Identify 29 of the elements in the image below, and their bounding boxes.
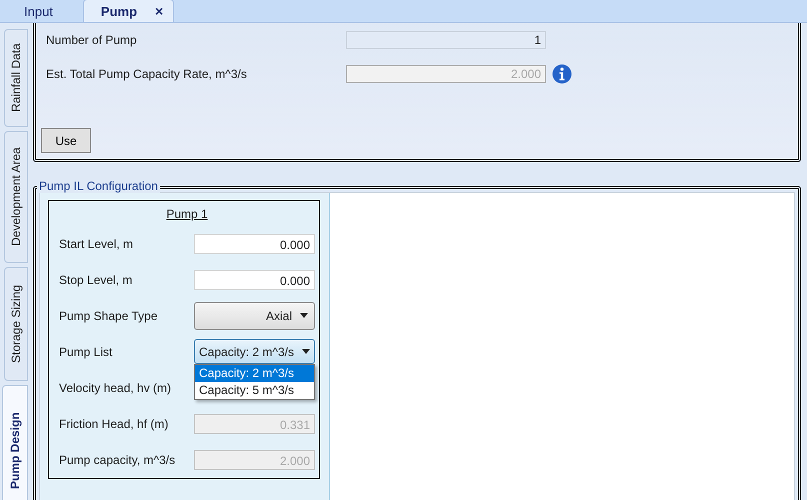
caret-icon <box>300 313 308 318</box>
dropdown-option[interactable]: Capacity: 2 m^3/s <box>195 365 314 382</box>
document-tab[interactable]: Input <box>4 0 73 22</box>
number-field[interactable]: 0.000 <box>194 270 315 290</box>
field-label: Friction Head, hf (m) <box>59 416 168 430</box>
field-label: Stop Level, m <box>59 272 132 286</box>
caret-icon <box>302 349 310 354</box>
info-icon[interactable] <box>552 64 572 84</box>
side-tab[interactable]: Pump Design <box>2 385 28 500</box>
group-title: Pump IL Configuration <box>37 179 160 193</box>
dropdown[interactable]: Capacity: 2 m^3/s <box>194 339 315 364</box>
side-tab[interactable]: Rainfall Data <box>4 29 28 127</box>
dropdown-option[interactable]: Capacity: 5 m^3/s <box>195 382 314 399</box>
dropdown[interactable]: Axial <box>194 302 315 330</box>
field-label: Pump Shape Type <box>59 308 158 322</box>
use-button[interactable]: Use <box>41 128 91 153</box>
side-tab[interactable]: Development Area <box>4 131 28 263</box>
document-tab[interactable]: Pump × <box>82 0 174 22</box>
side-tab[interactable]: Storage Sizing <box>4 267 28 381</box>
close-icon[interactable]: × <box>155 3 164 19</box>
card-title: Pump 1 <box>165 207 209 221</box>
field-label: Number of Pump <box>46 33 138 47</box>
field-label: Pump capacity, m^3/s <box>59 452 176 466</box>
number-field[interactable]: 0.000 <box>194 234 315 254</box>
field-label: Velocity head, hv (m) <box>59 380 172 394</box>
field-label: Start Level, m <box>59 236 134 250</box>
field-label: Pump List <box>59 344 112 358</box>
text-field[interactable]: 1 <box>346 31 546 49</box>
field-label: Est. Total Pump Capacity Rate, m^3/s <box>46 67 248 81</box>
